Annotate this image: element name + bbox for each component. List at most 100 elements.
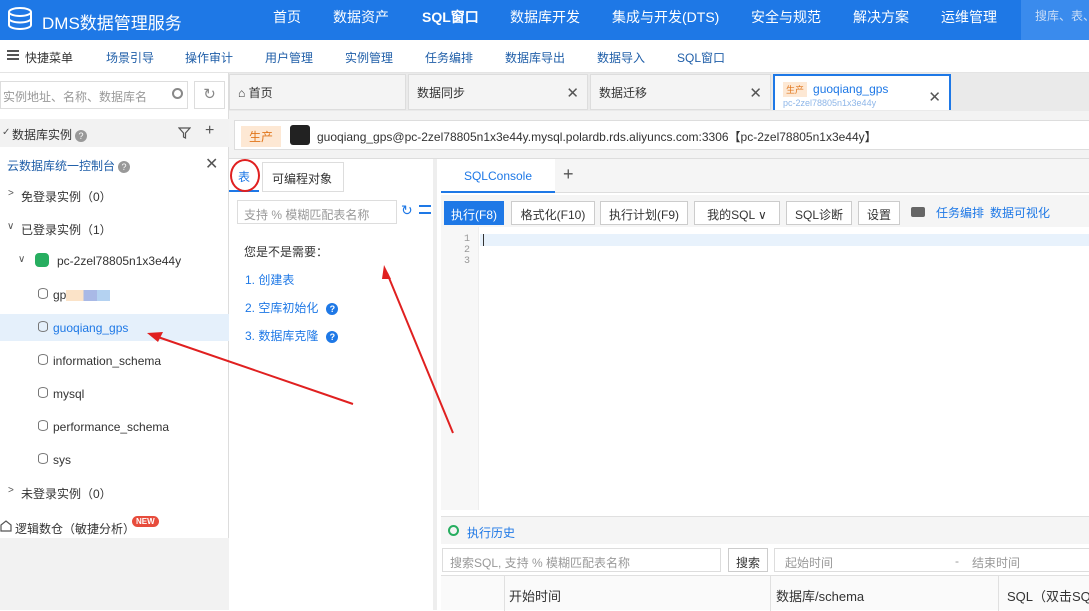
database-icon bbox=[38, 420, 48, 431]
database-icon bbox=[38, 387, 48, 398]
nav-solutions[interactable]: 解决方案 bbox=[853, 7, 909, 27]
nav-data-assets[interactable]: 数据资产 bbox=[333, 7, 389, 27]
tab-sqlconsole[interactable]: SQLConsole bbox=[441, 159, 555, 193]
suggest-title: 您是不是需要： bbox=[244, 245, 329, 259]
chevron-down-icon[interactable]: ∨ bbox=[18, 254, 25, 265]
history-search-input[interactable]: 搜索SQL, 支持 % 模糊匹配表名称 bbox=[442, 548, 721, 572]
instance-search-input[interactable]: 实例地址、名称、数据库名 bbox=[0, 81, 188, 109]
nav-security[interactable]: 安全与规范 bbox=[751, 7, 821, 27]
nav-integration-dts[interactable]: 集成与开发(DTS) bbox=[612, 7, 719, 27]
tree-logged-group[interactable]: 已登录实例（1） bbox=[21, 221, 112, 238]
tab-home[interactable]: ⌂ 首页 bbox=[229, 74, 406, 110]
tree-db-guoqiang-gps[interactable]: guoqiang_gps bbox=[53, 321, 128, 335]
logic-db-label[interactable]: 逻辑数仓（敏捷分析） bbox=[15, 520, 135, 537]
tab-subtitle: pc-2zel78805n1x3e44y bbox=[783, 98, 877, 108]
filter-icon[interactable] bbox=[178, 127, 191, 139]
cloud-console-link[interactable]: 云数据库统一控制台? bbox=[7, 157, 131, 174]
sql-editor[interactable] bbox=[480, 234, 1089, 246]
console-tab-bar: SQLConsole + bbox=[441, 159, 1089, 193]
close-icon[interactable]: ✕ bbox=[749, 84, 762, 102]
end-time-input[interactable]: 结束时间 bbox=[972, 554, 1020, 571]
column-divider bbox=[504, 576, 505, 611]
tree-db-performance-schema[interactable]: performance_schema bbox=[53, 420, 169, 434]
nav-ops[interactable]: 运维管理 bbox=[941, 7, 997, 27]
task-orchestration-link[interactable]: 任务编排 bbox=[936, 204, 984, 221]
quick-audit[interactable]: 操作审计 bbox=[185, 49, 233, 66]
tree-db-sys[interactable]: sys bbox=[53, 453, 71, 467]
console-toolbar: 执行(F8) 格式化(F10) 执行计划(F9) 我的SQL ∨ SQL诊断 设… bbox=[441, 195, 1089, 227]
add-tab-icon[interactable]: + bbox=[563, 164, 574, 185]
suggest-init-empty-db[interactable]: 2. 空库初始化? bbox=[245, 299, 339, 316]
help-icon[interactable]: ? bbox=[326, 303, 339, 315]
quick-menu-bar: 快捷菜单 场景引导 操作审计 用户管理 实例管理 任务编排 数据库导出 数据导入… bbox=[0, 40, 1089, 73]
nav-sql-window[interactable]: SQL窗口 bbox=[422, 7, 479, 27]
col-start-time[interactable]: 开始时间 bbox=[509, 586, 561, 605]
quick-menu-label[interactable]: 快捷菜单 bbox=[25, 49, 73, 66]
table-search-input[interactable]: 支持 % 模糊匹配表名称 bbox=[237, 200, 397, 224]
database-icon bbox=[38, 321, 48, 332]
quick-user-mgmt[interactable]: 用户管理 bbox=[265, 49, 313, 66]
history-search-button[interactable]: 搜索 bbox=[728, 548, 768, 572]
menu-icon[interactable] bbox=[7, 50, 19, 60]
start-time-input[interactable]: 起始时间 bbox=[785, 554, 833, 571]
data-visualization-link[interactable]: 数据可视化 bbox=[990, 204, 1050, 221]
help-icon[interactable]: ? bbox=[326, 331, 339, 343]
refresh-button[interactable]: ↻ bbox=[194, 81, 225, 109]
keyboard-icon[interactable] bbox=[911, 207, 925, 217]
chevron-down-icon[interactable]: ∨ bbox=[7, 221, 14, 232]
add-icon[interactable]: + bbox=[205, 122, 214, 140]
list-menu-icon[interactable] bbox=[419, 205, 431, 214]
tree-instance[interactable]: pc-2zel78805n1x3e44y bbox=[57, 254, 181, 268]
mysql-logo-icon bbox=[290, 125, 310, 145]
nav-db-dev[interactable]: 数据库开发 bbox=[510, 7, 580, 27]
tab-guoqiang-gps[interactable]: 生产 guoqiang_gps pc-2zel78805n1x3e44y ✕ bbox=[773, 74, 951, 110]
settings-button[interactable]: 设置 bbox=[858, 201, 900, 225]
chevron-right-icon[interactable]: > bbox=[8, 188, 14, 199]
global-search-input[interactable]: 搜库、表、列 bbox=[1021, 0, 1089, 40]
line-number: 2 bbox=[463, 245, 470, 256]
tab-programmable-objects[interactable]: 可编程对象 bbox=[262, 162, 344, 192]
col-database[interactable]: 数据库/schema bbox=[776, 586, 864, 605]
quick-data-import[interactable]: 数据导入 bbox=[597, 49, 645, 66]
help-icon[interactable]: ? bbox=[75, 129, 88, 142]
tree-db-gp[interactable]: gp bbox=[53, 288, 111, 302]
close-icon[interactable]: ✕ bbox=[928, 88, 941, 106]
quick-sql-window[interactable]: SQL窗口 bbox=[677, 49, 725, 66]
quick-scene-guide[interactable]: 场景引导 bbox=[106, 49, 154, 66]
suggest-clone-db[interactable]: 3. 数据库克隆? bbox=[245, 327, 339, 344]
close-icon[interactable]: ✕ bbox=[566, 84, 579, 102]
top-nav-bar: DMS数据管理服务 首页 数据资产 SQL窗口 数据库开发 集成与开发(DTS)… bbox=[0, 0, 1089, 40]
format-button[interactable]: 格式化(F10) bbox=[511, 201, 595, 225]
close-icon[interactable]: ✕ bbox=[205, 154, 218, 174]
col-sql[interactable]: SQL（双击SQL bbox=[1007, 586, 1089, 605]
chevron-right-icon[interactable]: > bbox=[8, 485, 14, 496]
execute-button[interactable]: 执行(F8) bbox=[444, 201, 504, 225]
nav-home[interactable]: 首页 bbox=[273, 7, 301, 27]
connection-bar: 生产 guoqiang_gps@pc-2zel78805n1x3e44y.mys… bbox=[229, 111, 1089, 159]
dms-logo-icon[interactable] bbox=[6, 6, 34, 32]
tab-data-migration[interactable]: 数据迁移 ✕ bbox=[590, 74, 771, 110]
workspace-tabs: ⌂ 首页 数据同步 ✕ 数据迁移 ✕ 生产 guoqiang_gps pc-2zel7… bbox=[229, 73, 1089, 111]
search-icon[interactable] bbox=[172, 88, 183, 99]
refresh-icon[interactable]: ↻ bbox=[401, 202, 413, 219]
quick-instance-mgmt[interactable]: 实例管理 bbox=[345, 49, 393, 66]
date-range-picker[interactable]: 起始时间 - 结束时间 bbox=[774, 548, 1089, 572]
explain-plan-button[interactable]: 执行计划(F9) bbox=[600, 201, 688, 225]
tree-db-mysql[interactable]: mysql bbox=[53, 387, 84, 401]
tree-unlogged-group[interactable]: 未登录实例（0） bbox=[21, 485, 112, 502]
my-sql-dropdown[interactable]: 我的SQL ∨ bbox=[694, 201, 780, 225]
quick-task-orchestration[interactable]: 任务编排 bbox=[425, 49, 473, 66]
tree-no-login-group[interactable]: 免登录实例（0） bbox=[21, 188, 112, 205]
help-icon[interactable]: ? bbox=[118, 160, 131, 173]
db-instances-label: 数据库实例? bbox=[12, 126, 88, 143]
line-number: 3 bbox=[463, 256, 470, 267]
tab-data-sync[interactable]: 数据同步 ✕ bbox=[408, 74, 588, 110]
new-badge: NEW bbox=[132, 516, 159, 527]
history-tab[interactable]: 执行历史 bbox=[467, 524, 515, 541]
sql-diagnose-button[interactable]: SQL诊断 bbox=[786, 201, 852, 225]
suggest-create-table[interactable]: 1. 创建表 bbox=[245, 271, 294, 288]
quick-db-export[interactable]: 数据库导出 bbox=[505, 49, 565, 66]
history-icon bbox=[448, 525, 459, 536]
tree-db-information-schema[interactable]: information_schema bbox=[53, 354, 161, 368]
chevron-down-icon[interactable]: ✓ bbox=[2, 127, 10, 138]
